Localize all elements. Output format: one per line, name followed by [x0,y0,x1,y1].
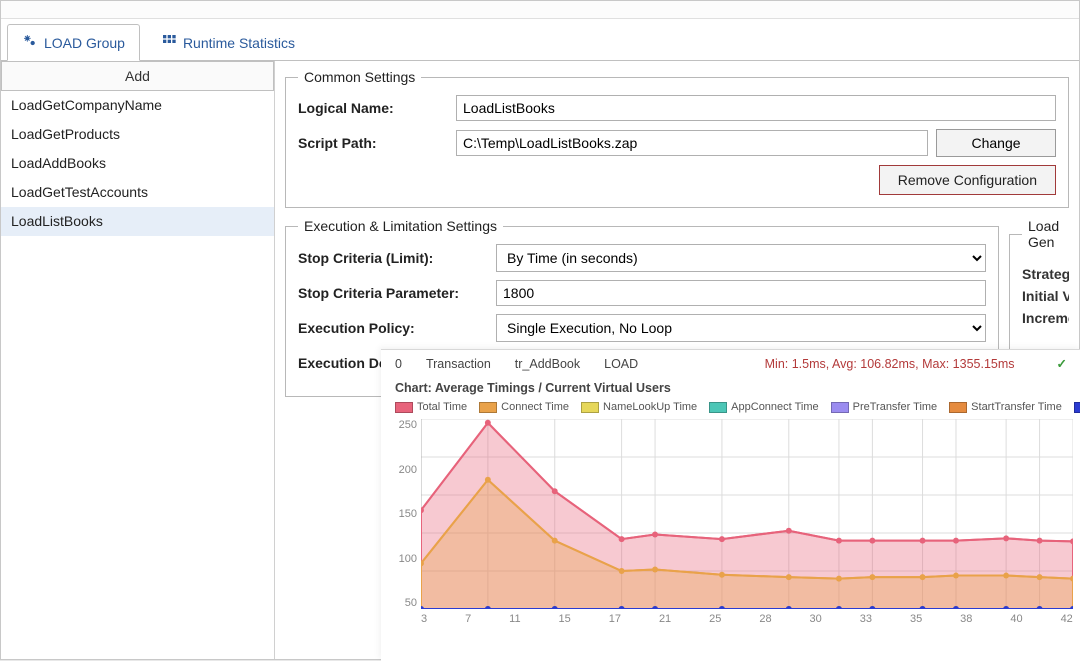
y-tick: 150 [391,508,417,520]
legend-item[interactable]: NameLookUp Time [581,401,697,413]
chart-transaction-name: tr_AddBook [515,357,580,371]
x-tick: 38 [960,613,972,625]
stop-param-label: Stop Criteria Parameter: [298,285,488,301]
logical-name-input[interactable] [456,95,1056,121]
chart-plot: 25020015010050 3711151721252830333538404… [421,419,1073,629]
loadgen-label: Strategy [1022,266,1069,282]
legend-swatch-icon [709,402,727,413]
chart-legend: Total Time Connect Time NameLookUp Time App… [389,399,1073,419]
legend-swatch-icon [581,402,599,413]
group-legend: Execution & Limitation Settings [298,218,503,234]
tab-label: Runtime Statistics [183,35,295,51]
add-button[interactable]: Add [1,61,274,91]
chart-index: 0 [395,357,402,371]
stop-criteria-select[interactable]: By Time (in seconds) [496,244,986,272]
x-tick: 3 [421,613,427,625]
remove-configuration-button[interactable]: Remove Configuration [879,165,1056,195]
legend-swatch-icon [949,402,967,413]
chart-stats: Min: 1.5ms, Avg: 106.82ms, Max: 1355.15m… [765,357,1015,371]
x-tick: 7 [465,613,471,625]
legend-item[interactable]: StartTransfer Time [949,401,1062,413]
legend-item[interactable]: Redirec [1074,401,1080,413]
x-tick: 42 [1061,613,1073,625]
common-settings-group: Common Settings Logical Name: Script Pat… [285,69,1069,208]
x-tick: 21 [659,613,671,625]
legend-item[interactable]: Connect Time [479,401,569,413]
y-tick: 200 [391,464,417,476]
sidebar-item[interactable]: LoadAddBooks [1,149,274,178]
exec-policy-select[interactable]: Single Execution, No Loop [496,314,986,342]
stop-param-input[interactable] [496,280,986,306]
y-tick: 50 [391,597,417,609]
x-tick: 40 [1010,613,1022,625]
x-tick: 35 [910,613,922,625]
x-tick: 33 [860,613,872,625]
sidebar-item[interactable]: LoadListBooks [1,207,274,236]
legend-item[interactable]: Total Time [395,401,467,413]
tab-runtime-statistics[interactable]: Runtime Statistics [146,24,310,60]
sidebar-list: LoadGetCompanyNameLoadGetProductsLoadAdd… [1,91,274,659]
legend-swatch-icon [479,402,497,413]
chart-group: LOAD [604,357,638,371]
chart-type-label: Transaction [426,357,491,371]
legend-label: AppConnect Time [731,401,818,413]
script-path-label: Script Path: [298,135,448,151]
legend-label: PreTransfer Time [853,401,938,413]
x-tick: 25 [709,613,721,625]
legend-swatch-icon [395,402,413,413]
group-legend: Common Settings [298,69,421,85]
change-button[interactable]: Change [936,129,1056,157]
legend-label: NameLookUp Time [603,401,697,413]
stop-criteria-label: Stop Criteria (Limit): [298,250,488,266]
x-tick: 11 [509,613,520,625]
legend-item[interactable]: AppConnect Time [709,401,818,413]
x-tick: 15 [559,613,571,625]
loadgen-label: Initial Vi [1022,288,1069,304]
tab-load-group[interactable]: LOAD Group [7,24,140,61]
sidebar-item[interactable]: LoadGetTestAccounts [1,178,274,207]
chart-info-row: 0 Transaction tr_AddBook LOAD Min: 1.5ms… [389,354,1073,377]
legend-label: Connect Time [501,401,569,413]
chart-panel: 0 Transaction tr_AddBook LOAD Min: 1.5ms… [381,349,1080,661]
gears-icon [22,33,38,52]
legend-swatch-icon [831,402,849,413]
legend-label: StartTransfer Time [971,401,1062,413]
group-legend: Load Gen [1022,218,1069,250]
x-tick: 30 [810,613,822,625]
legend-swatch-icon [1074,402,1080,413]
sidebar: Add LoadGetCompanyNameLoadGetProductsLoa… [1,61,275,659]
toolbar [1,1,1079,19]
logical-name-label: Logical Name: [298,100,448,116]
sidebar-item[interactable]: LoadGetCompanyName [1,91,274,120]
tab-strip: LOAD Group Runtime Statistics [1,19,1079,61]
x-tick: 28 [759,613,771,625]
exec-policy-label: Execution Policy: [298,320,488,336]
script-path-input[interactable] [456,130,928,156]
x-tick: 17 [609,613,621,625]
legend-label: Total Time [417,401,467,413]
tab-label: LOAD Group [44,35,125,51]
grid-icon [161,33,177,52]
chart-title: Chart: Average Timings / Current Virtual… [389,377,1073,399]
loadgen-label: Increme [1022,310,1069,326]
y-tick: 250 [391,419,417,431]
y-tick: 100 [391,553,417,565]
sidebar-item[interactable]: LoadGetProducts [1,120,274,149]
check-icon: ✓ [1057,356,1067,371]
legend-item[interactable]: PreTransfer Time [831,401,938,413]
